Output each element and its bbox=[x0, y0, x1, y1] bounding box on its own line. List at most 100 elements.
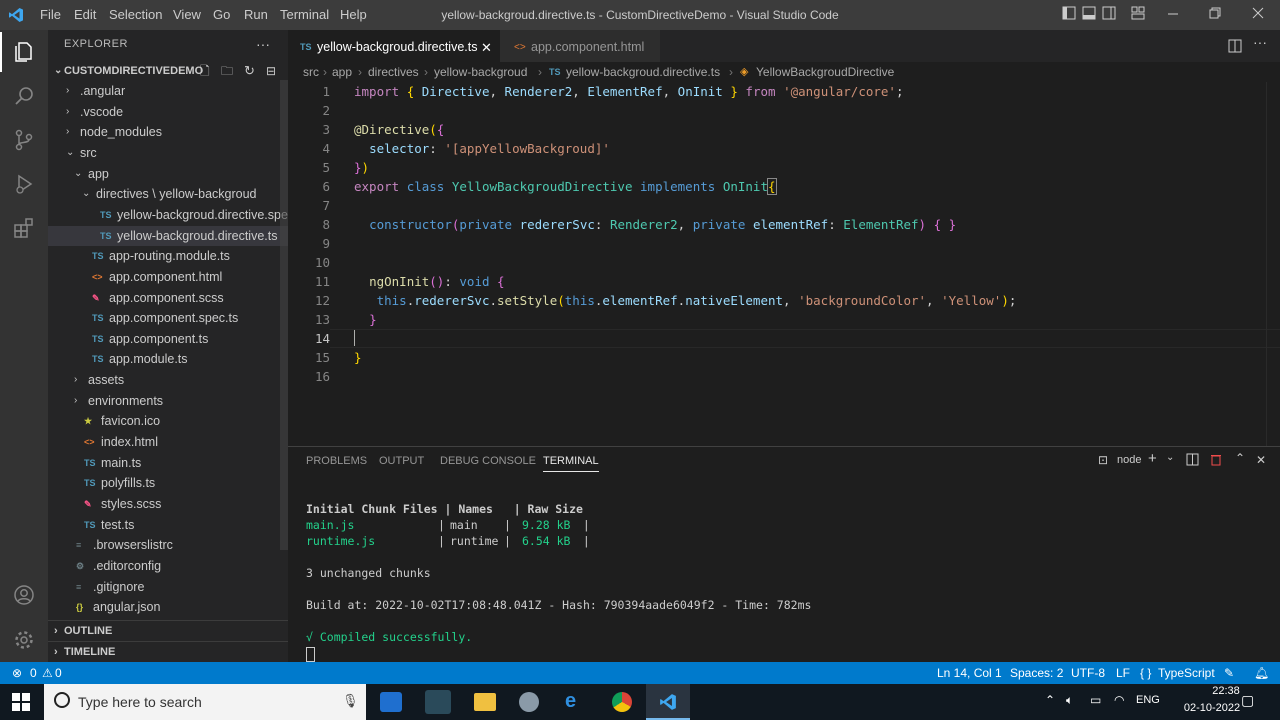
remote-icon[interactable]: ⊗ bbox=[12, 662, 22, 684]
chevron-up-icon[interactable]: ⌃ bbox=[1045, 693, 1055, 707]
new-terminal-icon[interactable]: + bbox=[1148, 450, 1157, 467]
end-of-line[interactable]: LF bbox=[1116, 662, 1130, 684]
taskbar-search-box[interactable]: Type here to search 🎙︎ bbox=[44, 684, 366, 720]
tree-folder[interactable]: › node_modules bbox=[48, 122, 288, 142]
more-actions-icon[interactable]: ··· bbox=[1253, 34, 1267, 50]
tab-debug-console[interactable]: DEBUG CONSOLE bbox=[440, 455, 536, 467]
tab-problems[interactable]: PROBLEMS bbox=[306, 455, 367, 467]
tree-folder[interactable]: › .vscode bbox=[48, 102, 288, 122]
warnings-count[interactable]: 0 bbox=[55, 662, 62, 684]
menu-help[interactable]: Help bbox=[340, 0, 367, 30]
tree-file[interactable]: TS app.component.ts bbox=[48, 329, 288, 349]
new-folder-icon[interactable]: 🗀 bbox=[221, 61, 233, 81]
toggle-secondary-sidebar-icon[interactable] bbox=[1102, 6, 1118, 22]
menu-view[interactable]: View bbox=[173, 0, 201, 30]
tree-file[interactable]: <> app.component.html bbox=[48, 267, 288, 287]
close-icon[interactable] bbox=[1251, 6, 1267, 22]
toggle-panel-icon[interactable] bbox=[1082, 6, 1098, 22]
chrome-browser-icon[interactable] bbox=[612, 692, 632, 712]
tree-file[interactable]: TS app.module.ts bbox=[48, 349, 288, 369]
menu-edit[interactable]: Edit bbox=[74, 0, 96, 30]
language-indicator[interactable]: ENG bbox=[1136, 694, 1160, 706]
project-root[interactable]: ⌄ CUSTOMDIRECTIVEDEMO 🗋 🗀 ↻ ⊟ bbox=[48, 61, 288, 81]
language-mode[interactable]: TypeScript bbox=[1158, 662, 1215, 684]
tree-file[interactable]: ⚙ .editorconfig bbox=[48, 556, 288, 576]
tree-file[interactable]: ★ favicon.ico bbox=[48, 411, 288, 431]
refresh-icon[interactable]: ↻ bbox=[244, 61, 255, 81]
split-editor-icon[interactable] bbox=[1228, 39, 1244, 55]
errors-count[interactable]: 0 bbox=[30, 662, 37, 684]
tree-file[interactable]: TS app-routing.module.ts bbox=[48, 246, 288, 266]
clock-date[interactable]: 02-10-2022 bbox=[1172, 702, 1252, 714]
menu-terminal[interactable]: Terminal bbox=[280, 0, 329, 30]
settings-gear-icon[interactable] bbox=[0, 618, 48, 662]
close-panel-icon[interactable]: ✕ bbox=[1256, 453, 1266, 467]
run-debug-icon[interactable] bbox=[0, 162, 48, 206]
tree-file[interactable]: ✎ app.component.scss bbox=[48, 288, 288, 308]
split-terminal-icon[interactable] bbox=[1186, 453, 1199, 471]
tree-folder[interactable]: ⌄ src bbox=[48, 143, 288, 163]
sidebar-scrollbar[interactable] bbox=[280, 80, 288, 550]
code-editor[interactable]: 1 2 3 4 5 6 7 8 9 10 11 12 13 14 15 16 import { Directi… bbox=[288, 82, 1280, 446]
editor-scrollbar[interactable] bbox=[1266, 82, 1280, 446]
network-icon[interactable]: ▭ bbox=[1090, 693, 1101, 707]
tree-file[interactable]: ≡ .gitignore bbox=[48, 577, 288, 597]
encoding[interactable]: UTF-8 bbox=[1071, 662, 1105, 684]
tab-output[interactable]: OUTPUT bbox=[379, 455, 424, 467]
feedback-icon[interactable]: ✎ bbox=[1224, 662, 1234, 684]
menu-run[interactable]: Run bbox=[244, 0, 268, 30]
tab-app-component-html[interactable]: <> app.component.html bbox=[500, 30, 660, 65]
extensions-icon[interactable] bbox=[0, 206, 48, 250]
close-tab-icon[interactable]: ✕ bbox=[481, 30, 492, 65]
tree-file[interactable]: {} angular.json bbox=[48, 597, 288, 617]
explorer-icon[interactable] bbox=[0, 30, 48, 74]
breadcrumb-directives[interactable]: directives bbox=[368, 62, 419, 82]
tree-file[interactable]: TS polyfills.ts bbox=[48, 473, 288, 493]
breadcrumb-app[interactable]: app bbox=[332, 62, 352, 82]
menu-go[interactable]: Go bbox=[213, 0, 230, 30]
source-control-icon[interactable] bbox=[0, 118, 48, 162]
tree-file[interactable]: TS yellow-backgroud.directive.spec.ts bbox=[48, 205, 307, 225]
tree-file[interactable]: <> index.html bbox=[48, 432, 288, 452]
customize-layout-icon[interactable] bbox=[1131, 6, 1147, 22]
tree-file[interactable]: TS app.component.spec.ts bbox=[48, 308, 288, 328]
tree-folder[interactable]: ⌄ directives \ yellow-backgroud bbox=[48, 184, 288, 204]
tab-directive[interactable]: TS yellow-backgroud.directive.ts ✕ bbox=[288, 30, 500, 65]
terminal-shell-label[interactable]: node bbox=[1117, 454, 1141, 466]
new-file-icon[interactable]: 🗋 bbox=[200, 61, 210, 81]
snipping-tool-icon[interactable] bbox=[519, 692, 539, 712]
microphone-icon[interactable]: 🎙︎ bbox=[342, 693, 359, 709]
tree-file[interactable]: ≡ .browserslistrc bbox=[48, 535, 288, 555]
menu-selection[interactable]: Selection bbox=[109, 0, 162, 30]
more-actions-icon[interactable]: ··· bbox=[256, 36, 270, 52]
account-icon[interactable] bbox=[0, 573, 48, 617]
terminal-cursor[interactable] bbox=[306, 647, 315, 662]
pinned-app-icon[interactable] bbox=[425, 690, 451, 714]
menu-file[interactable]: File bbox=[40, 0, 61, 30]
collapse-all-icon[interactable]: ⊟ bbox=[266, 61, 276, 81]
tree-folder[interactable]: › environments bbox=[48, 391, 288, 411]
outline-section[interactable]: › OUTLINE bbox=[48, 620, 288, 641]
tab-terminal[interactable]: TERMINAL bbox=[543, 455, 599, 472]
indentation[interactable]: Spaces: 2 bbox=[1010, 662, 1063, 684]
breadcrumb-src[interactable]: src bbox=[303, 62, 319, 82]
windows-start-icon[interactable] bbox=[12, 693, 30, 716]
breadcrumb-folder[interactable]: yellow-backgroud bbox=[434, 62, 527, 82]
tree-file[interactable]: TS test.ts bbox=[48, 515, 288, 535]
search-icon[interactable] bbox=[0, 74, 48, 118]
notifications-icon[interactable]: 🔔︎ bbox=[1254, 662, 1269, 684]
tree-folder[interactable]: ⌄ app bbox=[48, 164, 288, 184]
edge-browser-icon[interactable]: e bbox=[565, 690, 576, 713]
tree-folder[interactable]: › assets bbox=[48, 370, 288, 390]
timeline-section[interactable]: › TIMELINE bbox=[48, 641, 288, 662]
kill-terminal-icon[interactable] bbox=[1210, 453, 1222, 471]
tree-file[interactable]: TS yellow-backgroud.directive.ts bbox=[48, 225, 288, 246]
vscode-taskbar-icon[interactable] bbox=[646, 684, 690, 720]
breadcrumb-symbol[interactable]: YellowBackgroudDirective bbox=[756, 62, 894, 82]
tree-file[interactable]: ✎ styles.scss bbox=[48, 494, 288, 514]
volume-icon[interactable]: 🔈︎ bbox=[1066, 693, 1073, 708]
file-explorer-icon[interactable] bbox=[474, 693, 496, 711]
wifi-icon[interactable]: ◠ bbox=[1114, 693, 1124, 707]
breadcrumb-file[interactable]: yellow-backgroud.directive.ts bbox=[566, 62, 720, 82]
cursor-position[interactable]: Ln 14, Col 1 bbox=[937, 662, 1002, 684]
